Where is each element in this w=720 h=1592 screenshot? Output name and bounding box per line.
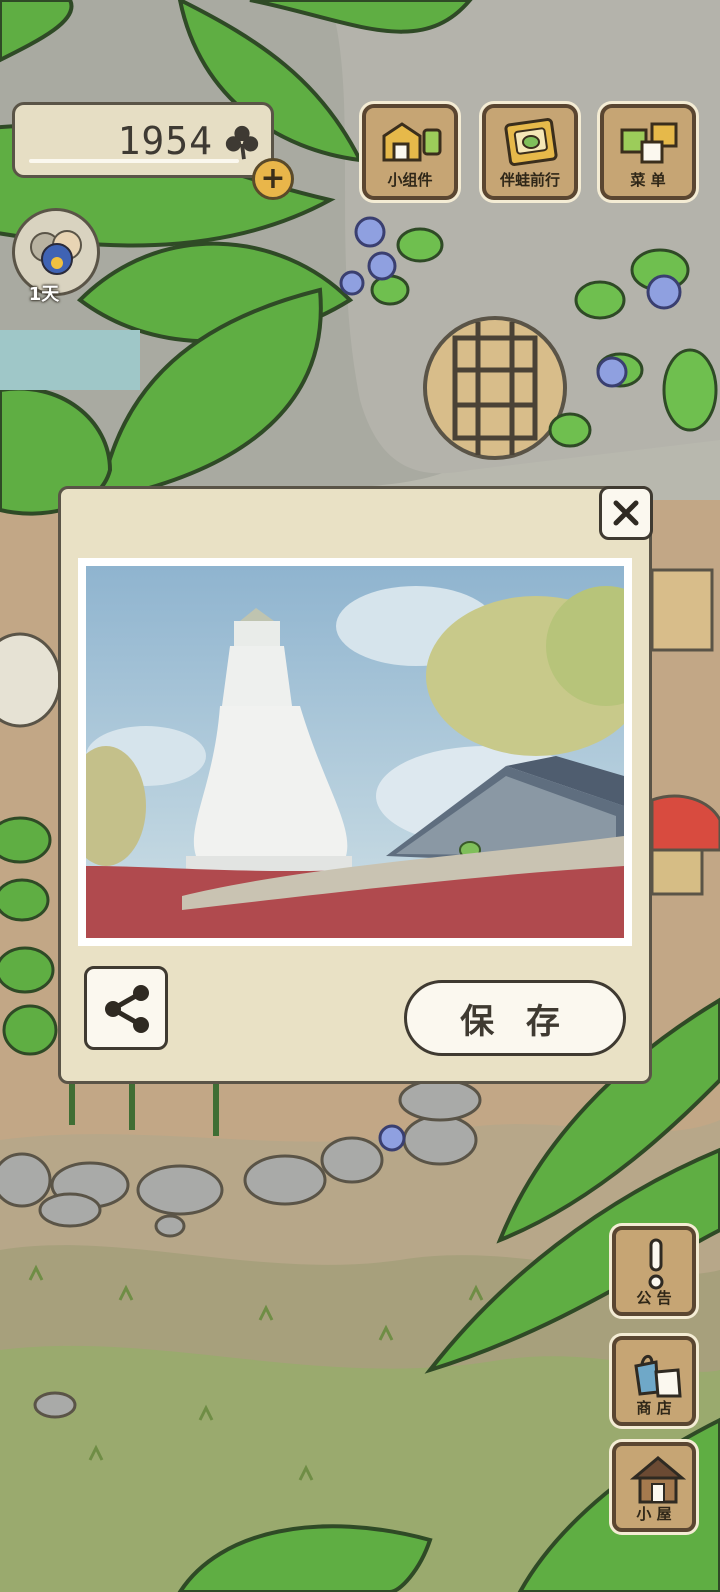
travel-with-frog-button[interactable]: 伴蛙前行 <box>482 104 578 200</box>
shop-button[interactable]: 商 店 <box>612 1336 696 1426</box>
frog-book-icon <box>504 118 558 166</box>
notice-button[interactable]: 公 告 <box>612 1226 696 1316</box>
counter-underline <box>29 159 239 163</box>
house-label: 小 屋 <box>636 1505 672 1523</box>
plus-icon: + <box>260 161 286 196</box>
clover-count: 1954 <box>117 119 213 163</box>
travel-photo <box>78 558 632 946</box>
notice-label: 公 告 <box>636 1289 672 1307</box>
photo-image <box>86 566 624 938</box>
clover-icon <box>225 125 259 160</box>
exclamation-icon <box>648 1238 664 1290</box>
day-count: 1天 <box>28 284 60 305</box>
menu-label: 菜 单 <box>630 171 666 189</box>
clover-counter: 1954 <box>12 102 274 178</box>
house-button[interactable]: 小 屋 <box>612 1442 696 1532</box>
save-button[interactable]: 保 存 <box>404 980 626 1056</box>
menu-button[interactable]: 菜 单 <box>600 104 696 200</box>
shop-label: 商 店 <box>636 1399 672 1417</box>
widget-icon <box>382 122 442 162</box>
share-icon <box>105 985 149 1033</box>
travel-label: 伴蛙前行 <box>499 171 560 189</box>
close-icon <box>613 500 639 526</box>
widget-label: 小组件 <box>387 171 433 189</box>
house-icon <box>630 1456 686 1504</box>
add-clover-button[interactable]: + <box>252 158 294 200</box>
close-button[interactable] <box>599 486 653 540</box>
menu-icon <box>620 122 678 164</box>
share-button[interactable] <box>84 966 168 1050</box>
widget-button[interactable]: 小组件 <box>362 104 458 200</box>
shop-bags-icon <box>634 1354 682 1398</box>
